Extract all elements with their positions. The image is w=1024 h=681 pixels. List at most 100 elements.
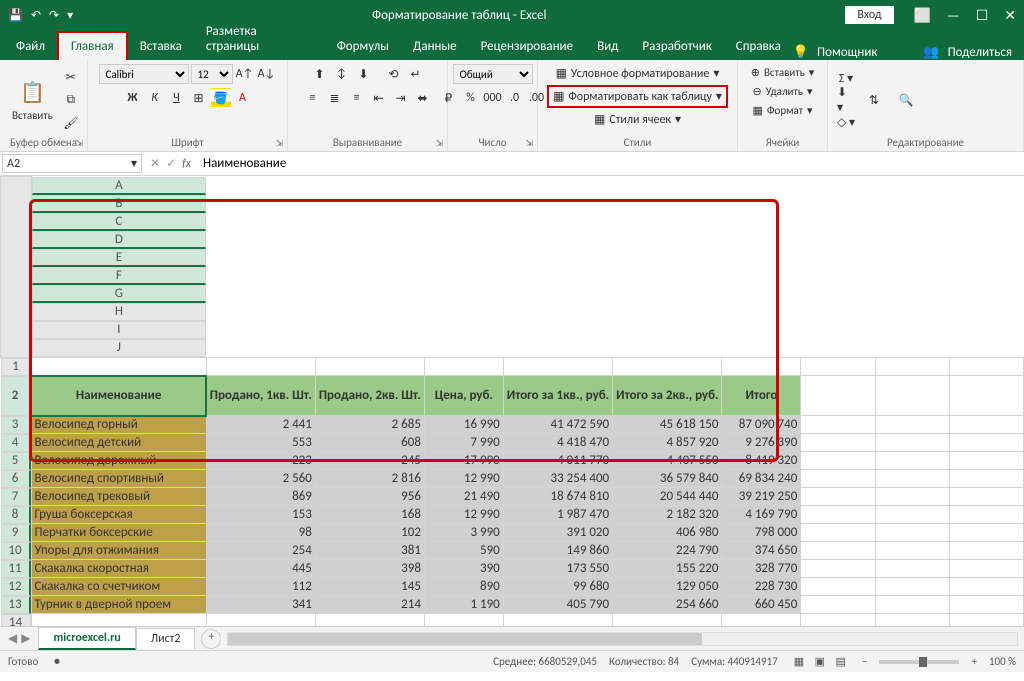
cell[interactable] xyxy=(875,614,949,627)
data-cell[interactable]: 1 987 470 xyxy=(503,506,612,524)
data-cell[interactable]: 99 680 xyxy=(503,578,612,596)
thousand-icon[interactable]: 000 xyxy=(483,88,503,108)
data-cell[interactable]: 45 618 150 xyxy=(613,416,722,434)
column-header[interactable]: I xyxy=(32,321,207,339)
data-cell[interactable]: 168 xyxy=(315,506,424,524)
percent-icon[interactable]: % xyxy=(461,88,481,108)
login-button[interactable]: Вход xyxy=(845,6,893,24)
italic-button[interactable]: К xyxy=(145,88,165,108)
paste-button[interactable]: 📋 Вставить xyxy=(8,77,57,124)
tab-developer[interactable]: Разработчик xyxy=(630,33,723,60)
zoom-out-icon[interactable]: − xyxy=(862,655,867,668)
column-header[interactable]: E xyxy=(32,249,207,267)
decrease-indent-icon[interactable]: ⇤ xyxy=(369,88,389,108)
data-cell[interactable]: 2 685 xyxy=(315,416,424,434)
redo-icon[interactable]: ↷ xyxy=(49,8,59,23)
data-cell[interactable]: 254 660 xyxy=(613,596,722,614)
data-cell[interactable]: 112 xyxy=(206,578,315,596)
column-header[interactable]: G xyxy=(32,285,207,303)
delete-cells-button[interactable]: ⊖Удалить ▾ xyxy=(749,83,817,100)
column-header[interactable]: D xyxy=(32,231,207,249)
data-cell[interactable]: 149 860 xyxy=(503,542,612,560)
fx-icon[interactable]: fx xyxy=(182,157,191,171)
column-header[interactable]: H xyxy=(32,303,207,321)
cell[interactable] xyxy=(503,614,612,627)
cell[interactable] xyxy=(315,614,424,627)
data-cell[interactable]: 341 xyxy=(206,596,315,614)
data-cell[interactable]: 4 857 920 xyxy=(613,434,722,452)
table-header-cell[interactable]: Итого за 1кв., руб. xyxy=(503,376,612,416)
data-cell[interactable]: 2 560 xyxy=(206,470,315,488)
cell[interactable] xyxy=(424,614,503,627)
page-break-view-icon[interactable]: ▤ xyxy=(832,655,850,668)
cell[interactable] xyxy=(949,357,1023,376)
row-header[interactable]: 8 xyxy=(1,506,31,524)
borders-icon[interactable]: ⊞ xyxy=(189,88,209,108)
data-cell[interactable]: 36 579 840 xyxy=(613,470,722,488)
column-header[interactable]: C xyxy=(32,213,207,231)
undo-icon[interactable]: ↶ xyxy=(31,8,41,23)
tab-review[interactable]: Рецензирование xyxy=(469,33,585,60)
format-painter-icon[interactable]: 🖌 xyxy=(61,113,81,133)
row-header[interactable]: 14 xyxy=(1,614,31,627)
data-cell[interactable]: 4 169 790 xyxy=(722,506,801,524)
row-header[interactable]: 7 xyxy=(1,488,31,506)
data-cell[interactable]: 223 xyxy=(206,452,315,470)
row-header[interactable]: 12 xyxy=(1,578,31,596)
data-cell[interactable]: Груша боксерская xyxy=(31,506,206,524)
zoom-slider[interactable] xyxy=(879,660,959,664)
data-cell[interactable]: Велосипед спортивный xyxy=(31,470,206,488)
data-cell[interactable]: 33 254 400 xyxy=(503,470,612,488)
cell[interactable] xyxy=(31,357,206,376)
merge-icon[interactable]: ⬌ xyxy=(413,88,433,108)
data-cell[interactable]: 381 xyxy=(315,542,424,560)
zoom-level[interactable]: 100 % xyxy=(989,655,1016,668)
column-header[interactable]: A xyxy=(32,177,207,195)
name-box[interactable]: A2▾ xyxy=(2,154,142,173)
cell[interactable] xyxy=(424,357,503,376)
data-cell[interactable]: 245 xyxy=(315,452,424,470)
worksheet-grid[interactable]: ABCDEFGHIJ12НаименованиеПродано, 1кв. Шт… xyxy=(0,176,1024,626)
row-header[interactable]: 10 xyxy=(1,542,31,560)
data-cell[interactable]: 391 020 xyxy=(503,524,612,542)
add-sheet-button[interactable]: + xyxy=(201,629,221,649)
orientation-icon[interactable]: ⟲ xyxy=(384,64,404,84)
font-color-icon[interactable]: A xyxy=(233,88,253,108)
data-cell[interactable]: 16 990 xyxy=(424,416,503,434)
data-cell[interactable]: 153 xyxy=(206,506,315,524)
cell[interactable] xyxy=(503,357,612,376)
font-size-select[interactable]: 12 xyxy=(191,64,233,84)
table-header-cell[interactable]: Наименование xyxy=(31,376,206,416)
data-cell[interactable]: 145 xyxy=(315,578,424,596)
row-header[interactable]: 2 xyxy=(1,376,31,416)
normal-view-icon[interactable]: ▦ xyxy=(790,655,808,668)
row-header[interactable]: 1 xyxy=(1,358,31,376)
tab-view[interactable]: Вид xyxy=(585,33,630,60)
share-label[interactable]: Поделиться xyxy=(948,45,1012,60)
data-cell[interactable]: 869 xyxy=(206,488,315,506)
find-icon[interactable]: 🔍 xyxy=(892,86,920,114)
data-cell[interactable]: 12 990 xyxy=(424,470,503,488)
table-header-cell[interactable]: Продано, 2кв. Шт. xyxy=(315,376,424,416)
data-cell[interactable]: 39 219 250 xyxy=(722,488,801,506)
cell[interactable] xyxy=(613,357,722,376)
data-cell[interactable]: 228 730 xyxy=(722,578,801,596)
data-cell[interactable]: 660 450 xyxy=(722,596,801,614)
data-cell[interactable]: 8 419 320 xyxy=(722,452,801,470)
data-cell[interactable]: 129 050 xyxy=(613,578,722,596)
minimize-icon[interactable]: — xyxy=(947,7,960,24)
increase-indent-icon[interactable]: ⇥ xyxy=(391,88,411,108)
align-center-icon[interactable]: ≣ xyxy=(325,88,345,108)
page-layout-view-icon[interactable]: ▣ xyxy=(811,655,829,668)
font-name-select[interactable]: Calibri xyxy=(99,64,189,84)
wrap-text-icon[interactable]: ↵ xyxy=(406,64,426,84)
ribbon-options-icon[interactable]: ⬜ xyxy=(914,7,931,24)
sheet-tab-2[interactable]: Лист2 xyxy=(136,628,196,649)
align-top-icon[interactable]: ⬆ xyxy=(310,64,330,84)
copy-icon[interactable]: ⧉ xyxy=(61,90,81,110)
number-dialog-icon[interactable]: ⇲ xyxy=(525,138,533,149)
sheet-tab-1[interactable]: microexcel.ru xyxy=(38,627,135,650)
data-cell[interactable]: 224 790 xyxy=(613,542,722,560)
cut-icon[interactable]: ✂ xyxy=(61,67,81,87)
row-header[interactable]: 4 xyxy=(1,434,31,452)
